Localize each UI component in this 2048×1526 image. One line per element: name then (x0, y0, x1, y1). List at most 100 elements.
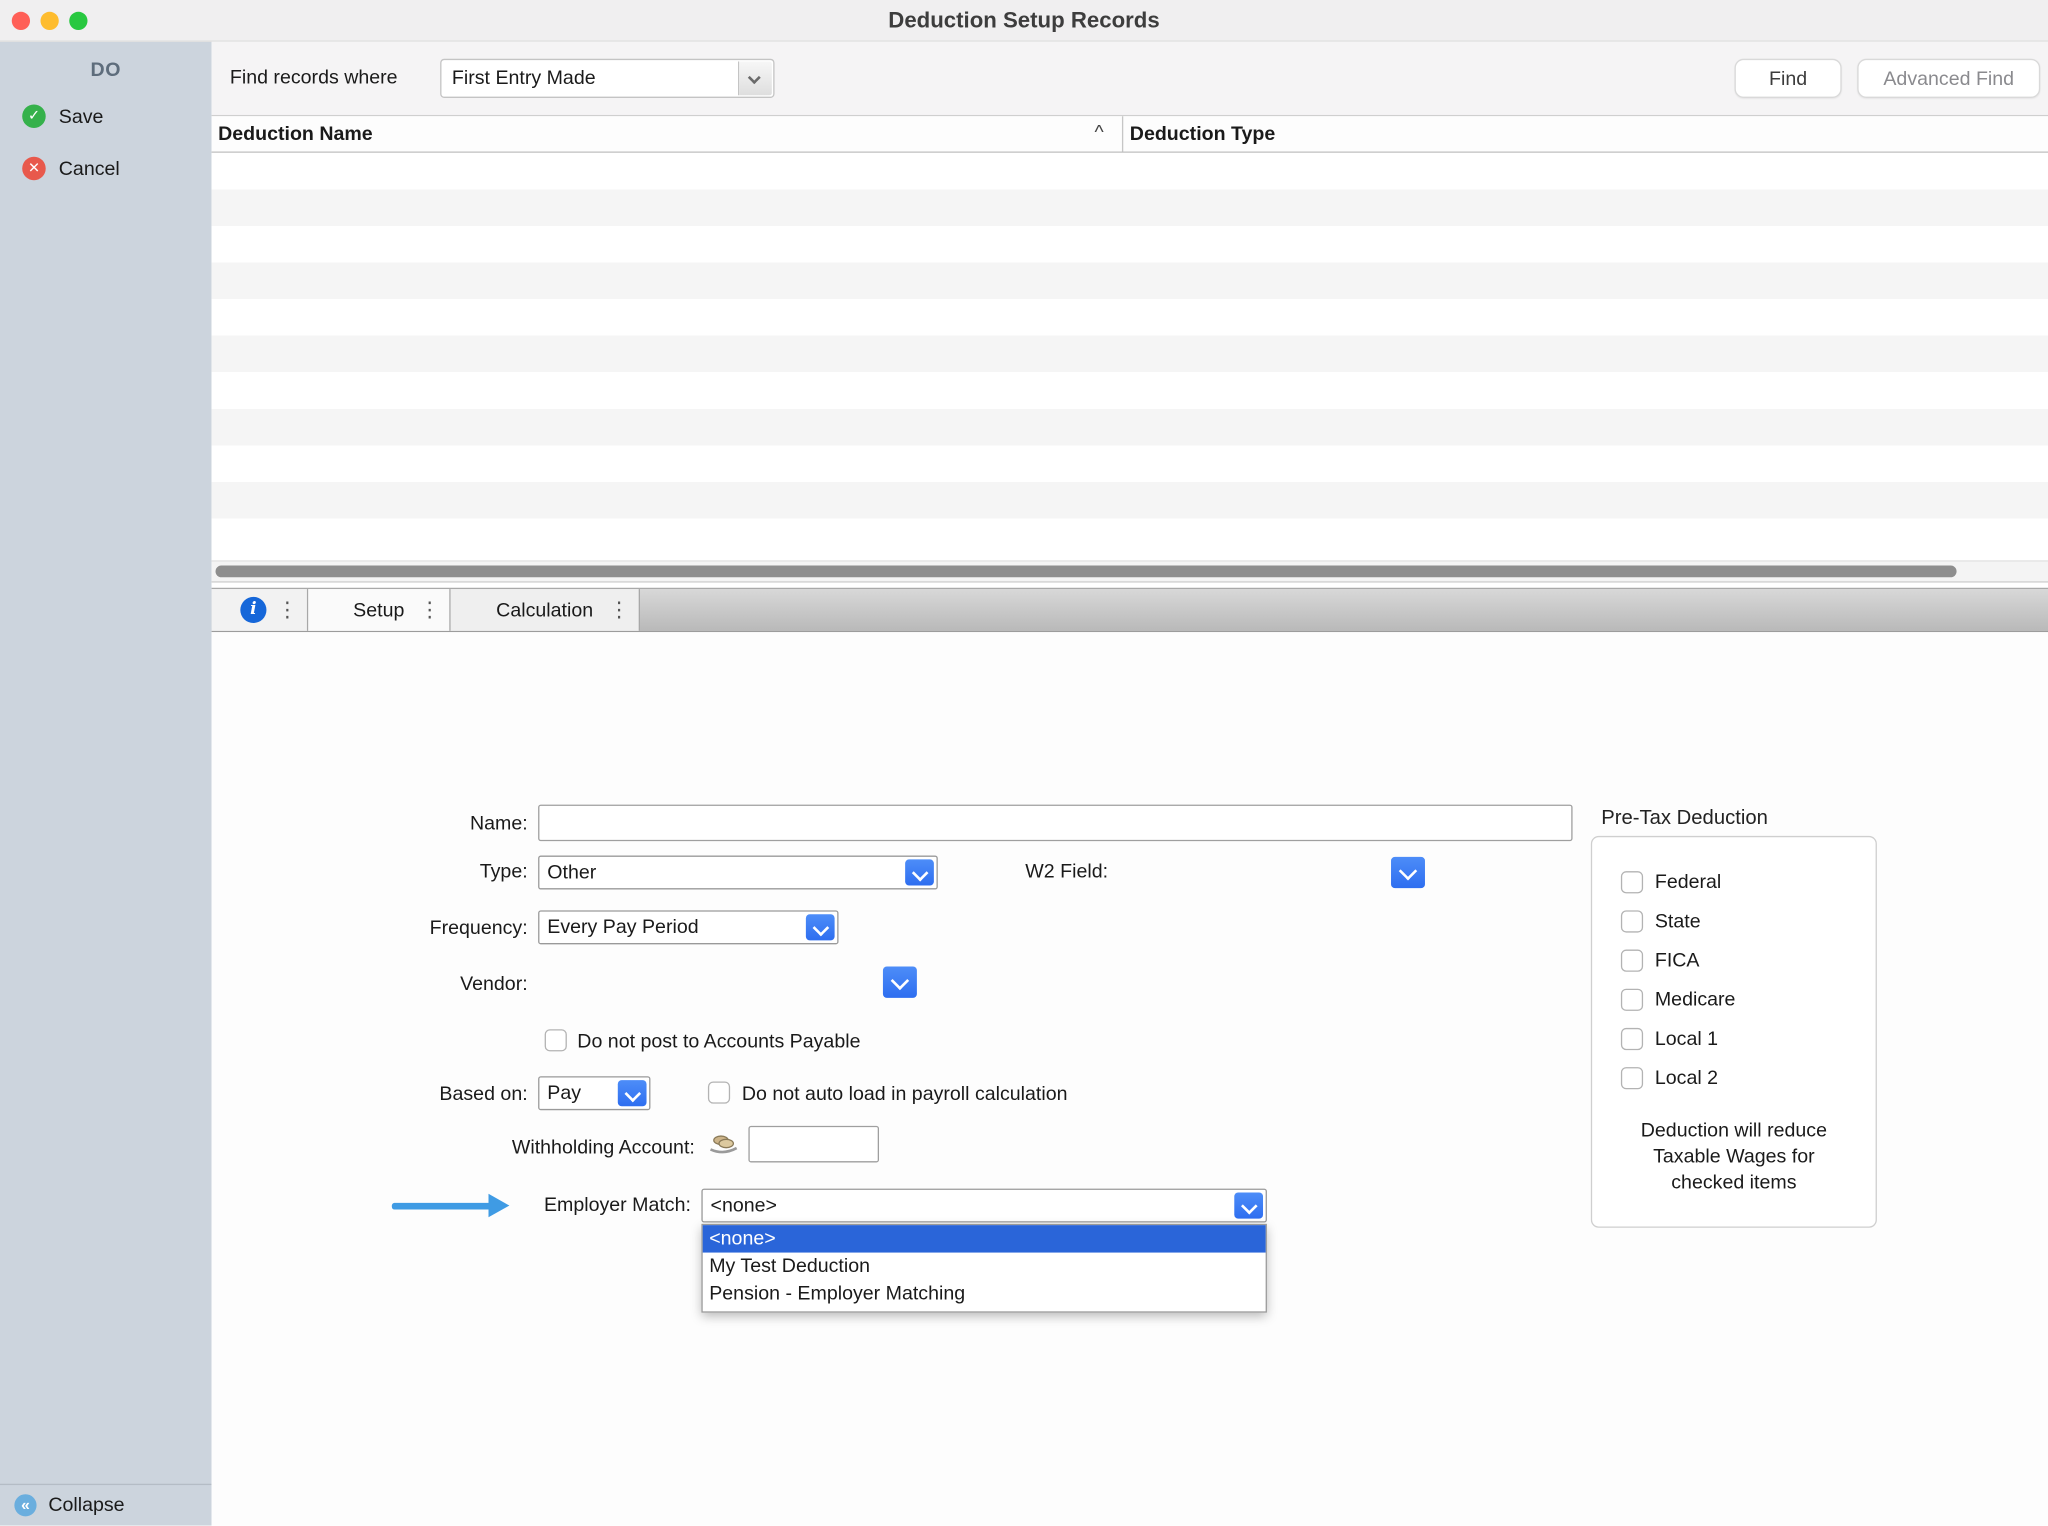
zoom-window-button[interactable] (69, 12, 87, 30)
cancel-button[interactable]: ✕ Cancel (0, 152, 212, 186)
scrollbar-thumb[interactable] (216, 566, 1957, 578)
w2-field-dropdown-button[interactable] (1391, 857, 1425, 888)
sidebar: DO ✓ Save ✕ Cancel « Collapse (0, 42, 212, 1525)
column-header-deduction-name[interactable]: Deduction Name ^ (212, 116, 1124, 151)
employer-match-option-none[interactable]: <none> (703, 1225, 1266, 1252)
table-body-empty (212, 153, 2048, 519)
pretax-note: Deduction will reduce Taxable Wages for … (1614, 1118, 1853, 1196)
table-header: Deduction Name ^ Deduction Type (212, 116, 2048, 153)
name-label: Name: (212, 812, 528, 834)
deduction-type-header-label: Deduction Type (1130, 123, 1276, 145)
do-not-autoload-label: Do not auto load in payroll calculation (742, 1083, 1068, 1105)
name-input[interactable] (538, 805, 1572, 842)
based-on-label: Based on: (212, 1083, 528, 1105)
tab-bar: i ⋮ Setup ⋮ Calculation ⋮ (212, 588, 2048, 632)
tab-setup[interactable]: Setup ⋮ (308, 589, 450, 631)
employer-match-option-pension-matching[interactable]: Pension - Employer Matching (703, 1280, 1266, 1307)
traffic-lights (12, 12, 88, 30)
sort-ascending-icon: ^ (1094, 121, 1103, 143)
drag-handle-icon: ⋮ (609, 597, 630, 623)
setup-form: Name: Type: Other W2 Field: Frequency: E… (212, 632, 2048, 1525)
employer-match-options-list: <none> My Test Deduction Pension - Emplo… (701, 1224, 1267, 1313)
type-label: Type: (212, 861, 528, 883)
close-window-button[interactable] (12, 12, 30, 30)
pretax-row-fica: FICA (1621, 950, 1876, 972)
pretax-deduction-title: Pre-Tax Deduction (1601, 807, 1768, 831)
pretax-row-federal: Federal (1621, 871, 1876, 893)
fica-checkbox[interactable] (1621, 950, 1643, 972)
find-button[interactable]: Find (1735, 59, 1842, 98)
employer-match-value: <none> (711, 1194, 777, 1216)
pretax-row-medicare: Medicare (1621, 989, 1876, 1011)
w2-field-label: W2 Field: (1025, 861, 1137, 883)
chevron-down-icon[interactable] (905, 859, 934, 885)
find-records-where-label: Find records where (230, 67, 398, 89)
pretax-row-state: State (1621, 910, 1876, 932)
fica-label: FICA (1655, 950, 1700, 972)
cancel-x-icon: ✕ (22, 157, 46, 181)
info-icon[interactable]: i (240, 597, 266, 623)
based-on-value: Pay (547, 1082, 581, 1104)
drag-handle-icon: ⋮ (277, 597, 298, 623)
medicare-checkbox[interactable] (1621, 989, 1643, 1011)
type-dropdown[interactable]: Other (538, 856, 938, 890)
deduction-name-header-label: Deduction Name (218, 123, 373, 145)
do-not-autoload-checkbox[interactable] (708, 1081, 730, 1103)
type-value: Other (547, 861, 596, 883)
find-field-dropdown[interactable]: First Entry Made (440, 59, 774, 98)
collapse-button[interactable]: « Collapse (0, 1483, 212, 1525)
find-field-value: First Entry Made (452, 67, 596, 89)
withholding-account-input[interactable] (748, 1126, 879, 1163)
sidebar-header: DO (0, 59, 212, 81)
employer-match-label: Employer Match: (212, 1194, 691, 1216)
employer-match-option-my-test-deduction[interactable]: My Test Deduction (703, 1253, 1266, 1280)
drag-handle-icon: ⋮ (419, 597, 440, 623)
chevron-down-icon[interactable] (618, 1080, 647, 1106)
vendor-label: Vendor: (212, 973, 528, 995)
do-not-post-ap-checkbox[interactable] (545, 1029, 567, 1051)
account-lookup-icon[interactable] (708, 1131, 739, 1161)
tab-calculation-label: Calculation (496, 599, 593, 621)
minimize-window-button[interactable] (40, 12, 58, 30)
withholding-account-label: Withholding Account: (212, 1136, 695, 1158)
tab-calculation[interactable]: Calculation ⋮ (451, 589, 640, 631)
based-on-dropdown[interactable]: Pay (538, 1076, 650, 1110)
medicare-label: Medicare (1655, 989, 1736, 1011)
cancel-label: Cancel (59, 157, 120, 179)
frequency-value: Every Pay Period (547, 916, 698, 938)
local2-label: Local 2 (1655, 1067, 1718, 1089)
chevron-down-icon[interactable] (806, 914, 835, 940)
federal-checkbox[interactable] (1621, 871, 1643, 893)
local2-checkbox[interactable] (1621, 1067, 1643, 1089)
pretax-row-local2: Local 2 (1621, 1067, 1876, 1089)
app-window: Deduction Setup Records DO ✓ Save ✕ Canc… (0, 0, 2048, 1526)
state-label: State (1655, 910, 1701, 932)
local1-label: Local 1 (1655, 1028, 1718, 1050)
main-content: Find records where First Entry Made Find… (212, 42, 2048, 1525)
window-title: Deduction Setup Records (0, 0, 2048, 42)
state-checkbox[interactable] (1621, 910, 1643, 932)
do-not-post-ap-label: Do not post to Accounts Payable (577, 1031, 860, 1053)
horizontal-scrollbar[interactable] (212, 560, 2048, 581)
results-table: Deduction Name ^ Deduction Type (212, 115, 2048, 583)
save-label: Save (59, 105, 104, 127)
employer-match-dropdown[interactable]: <none> (701, 1189, 1267, 1223)
frequency-dropdown[interactable]: Every Pay Period (538, 910, 838, 944)
save-check-icon: ✓ (22, 104, 46, 128)
advanced-find-button[interactable]: Advanced Find (1857, 59, 2040, 98)
column-header-deduction-type[interactable]: Deduction Type (1123, 116, 2048, 151)
frequency-label: Frequency: (212, 917, 528, 939)
info-segment: i ⋮ (212, 589, 309, 631)
chevron-down-icon (738, 61, 772, 95)
tab-bar-filler (640, 589, 2048, 631)
vendor-dropdown-button[interactable] (883, 967, 917, 998)
pretax-deduction-panel: Federal State FICA Medicare (1591, 836, 1877, 1228)
titlebar: Deduction Setup Records (0, 0, 2048, 42)
save-button[interactable]: ✓ Save (0, 99, 212, 133)
chevron-down-icon[interactable] (1234, 1192, 1263, 1218)
federal-label: Federal (1655, 871, 1721, 893)
local1-checkbox[interactable] (1621, 1028, 1643, 1050)
collapse-label: Collapse (48, 1494, 124, 1516)
pretax-row-local1: Local 1 (1621, 1028, 1876, 1050)
tab-setup-label: Setup (353, 599, 404, 621)
